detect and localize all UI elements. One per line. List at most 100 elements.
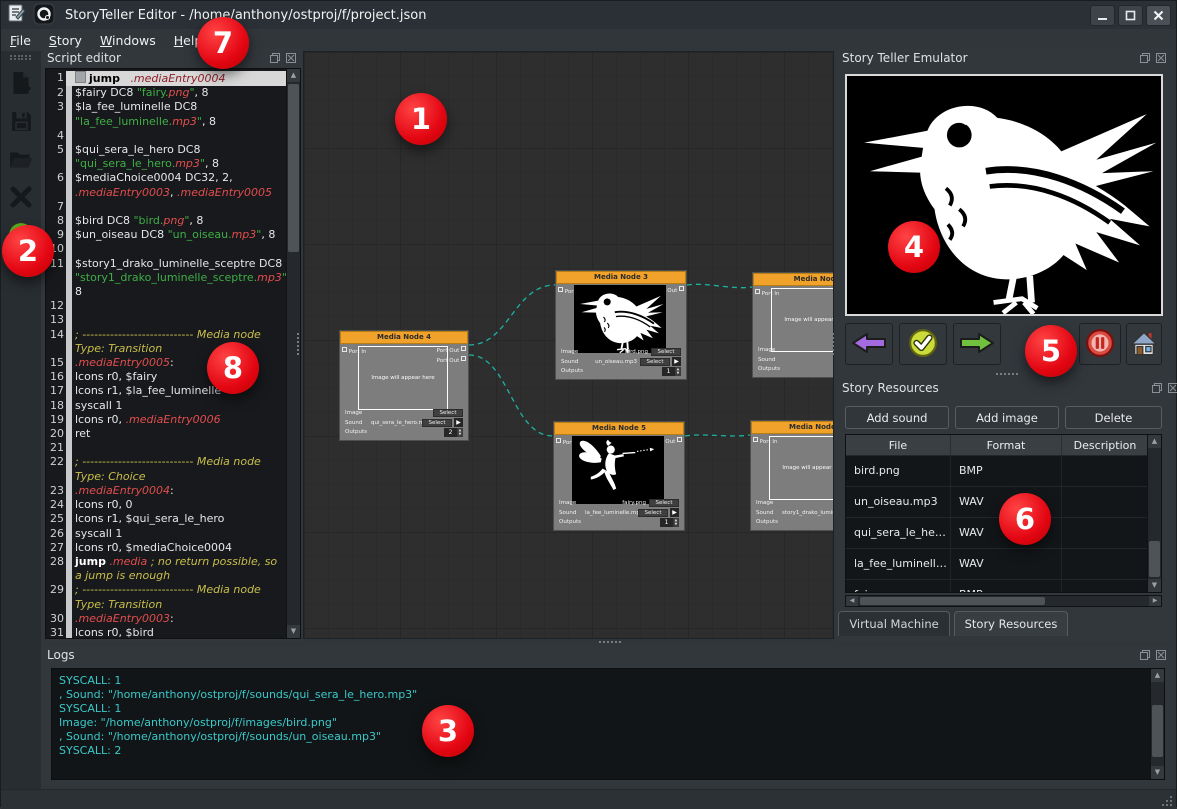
- code-line-10[interactable]: 10: [46, 242, 287, 256]
- save-icon[interactable]: [6, 106, 36, 136]
- speaker-icon[interactable]: ▶: [670, 508, 679, 517]
- code-line-29[interactable]: 29; ---------------------------- Media n…: [46, 583, 287, 611]
- outputs-spinner[interactable]: 2▲▼: [444, 428, 463, 437]
- select-sound-button[interactable]: Select: [638, 509, 668, 517]
- ok-button[interactable]: [899, 323, 947, 365]
- select-image-button[interactable]: Select: [649, 499, 679, 507]
- scroll-down-icon[interactable]: ▼: [1151, 766, 1164, 779]
- menu-file[interactable]: File: [1, 31, 40, 50]
- menu-windows[interactable]: Windows: [91, 31, 165, 50]
- speaker-icon[interactable]: ▶: [454, 418, 463, 427]
- splitter-handle[interactable]: [297, 333, 299, 355]
- code-line-21[interactable]: 21: [46, 441, 287, 455]
- media-node[interactable]: Media Node 3 Port InPort Out Imagebird.p…: [555, 270, 687, 380]
- scrollbar-thumb[interactable]: [288, 84, 299, 252]
- close-project-icon[interactable]: [6, 182, 36, 212]
- code-line-12[interactable]: 12: [46, 299, 287, 313]
- node-title[interactable]: Media Node 5: [554, 422, 684, 435]
- code-line-20[interactable]: 20ret: [46, 427, 287, 441]
- next-button[interactable]: [953, 323, 1001, 365]
- table-horizontal-scrollbar[interactable]: ◀ ▶: [845, 595, 1162, 607]
- code-line-30[interactable]: 30.mediaEntry0003:: [46, 612, 287, 626]
- column-header-format[interactable]: Format: [951, 435, 1062, 455]
- code-line-6[interactable]: 6$mediaChoice0004 DC32, 2, .mediaEntry00…: [46, 171, 287, 199]
- open-folder-icon[interactable]: [6, 144, 36, 174]
- previous-button[interactable]: [845, 323, 893, 365]
- code-line-26[interactable]: 26syscall 1: [46, 527, 287, 541]
- select-image-button[interactable]: Select: [651, 348, 681, 356]
- code-line-11[interactable]: 11$story1_drako_luminelle_sceptre DC8 "s…: [46, 257, 287, 300]
- column-header-description[interactable]: Description: [1062, 435, 1149, 455]
- code-line-25[interactable]: 25lcons r1, $qui_sera_le_hero: [46, 512, 287, 526]
- code-line-9[interactable]: 9$un_oiseau DC8 "un_oiseau.mp3", 8: [46, 228, 287, 242]
- code-line-1[interactable]: 1jump .mediaEntry0004: [46, 71, 287, 86]
- scroll-up-icon[interactable]: ▲: [287, 69, 300, 82]
- code-line-23[interactable]: 23.mediaEntry0004:: [46, 484, 287, 498]
- code-line-18[interactable]: 18syscall 1: [46, 399, 287, 413]
- node-graph-canvas[interactable]: Media Node 4 Port InPort Out Port Out Im…: [303, 51, 834, 639]
- node-title[interactable]: Media Node 4: [340, 331, 468, 344]
- logs-output[interactable]: SYSCALL: 1, Sound: "/home/anthony/ostpro…: [51, 668, 1165, 780]
- home-button[interactable]: [1126, 323, 1162, 365]
- node-title[interactable]: Media Node: [753, 273, 834, 286]
- table-row[interactable]: la_fee_luminelle.mp3WAV: [846, 549, 1161, 580]
- media-node[interactable]: Media Node 5 Port InPort Out Imagefairy.…: [553, 421, 685, 531]
- code-line-4[interactable]: 4: [46, 129, 287, 143]
- float-panel-icon[interactable]: [269, 52, 281, 64]
- select-image-button[interactable]: Select: [433, 409, 463, 417]
- scroll-right-icon[interactable]: ▶: [1149, 596, 1161, 606]
- scroll-down-icon[interactable]: ▼: [1148, 579, 1161, 592]
- code-line-5[interactable]: 5$qui_sera_le_hero DC8 "qui_sera_le_hero…: [46, 143, 287, 171]
- scroll-left-icon[interactable]: ◀: [846, 596, 858, 606]
- code-line-28[interactable]: 28jump .media ; no return possible, so a…: [46, 555, 287, 583]
- resize-grip-icon[interactable]: [1159, 793, 1172, 806]
- scroll-down-icon[interactable]: ▼: [287, 625, 300, 638]
- close-button[interactable]: [1146, 5, 1171, 26]
- close-panel-icon[interactable]: [285, 52, 297, 64]
- scrollbar-thumb[interactable]: [860, 597, 1045, 605]
- code-line-27[interactable]: 27lcons r0, $mediaChoice0004: [46, 541, 287, 555]
- float-panel-icon[interactable]: [1139, 649, 1151, 661]
- tab-virtual-machine[interactable]: Virtual Machine: [838, 611, 950, 636]
- menu-story[interactable]: Story: [40, 31, 91, 50]
- code-line-24[interactable]: 24lcons r0, 0: [46, 498, 287, 512]
- code-line-7[interactable]: 7: [46, 200, 287, 214]
- select-sound-button[interactable]: Select: [640, 358, 670, 366]
- scrollbar-thumb[interactable]: [1149, 541, 1160, 577]
- minimize-button[interactable]: [1090, 5, 1115, 26]
- media-node[interactable]: Media Node 4 Port InPort Out Port Out Im…: [339, 330, 469, 441]
- code-line-8[interactable]: 8$bird DC8 "bird.png", 8: [46, 214, 287, 228]
- code-line-31[interactable]: 31lcons r0, $bird: [46, 626, 287, 639]
- table-row[interactable]: bird.pngBMP: [846, 456, 1161, 487]
- splitter-handle[interactable]: [599, 641, 621, 643]
- speaker-icon[interactable]: ▶: [672, 357, 681, 366]
- scrollbar-thumb[interactable]: [1152, 705, 1163, 757]
- code-line-3[interactable]: 3$la_fee_luminelle DC8 "la_fee_luminelle…: [46, 100, 287, 128]
- title-bar[interactable]: StoryTeller Editor - /home/anthony/ostpr…: [1, 1, 1176, 30]
- scroll-up-icon[interactable]: ▲: [1151, 669, 1164, 682]
- code-line-13[interactable]: 13: [46, 313, 287, 327]
- media-node[interactable]: Media Node Port InPort Out Image will ap…: [752, 272, 834, 378]
- toolbar-drag-handle[interactable]: [10, 55, 32, 60]
- media-node[interactable]: Media Node 6 Port InPort Out Image will …: [750, 420, 834, 531]
- scroll-up-icon[interactable]: ▲: [1148, 435, 1161, 448]
- close-panel-icon[interactable]: [1155, 52, 1167, 64]
- close-panel-icon[interactable]: [1155, 649, 1167, 661]
- outputs-spinner[interactable]: 1▲▼: [662, 367, 681, 376]
- code-line-2[interactable]: 2$fairy DC8 "fairy.png", 8: [46, 86, 287, 100]
- maximize-button[interactable]: [1118, 5, 1143, 26]
- float-panel-icon[interactable]: [1139, 52, 1151, 64]
- add-image-button[interactable]: Add image: [955, 406, 1059, 429]
- node-title[interactable]: Media Node 6: [751, 421, 834, 434]
- table-row[interactable]: fairy.pngBMP: [846, 580, 1161, 593]
- logs-scrollbar[interactable]: ▲ ▼: [1150, 669, 1164, 779]
- table-vertical-scrollbar[interactable]: ▲ ▼: [1147, 435, 1161, 592]
- select-sound-button[interactable]: Select: [422, 419, 452, 427]
- outputs-spinner[interactable]: 1▲▼: [660, 518, 679, 527]
- column-header-file[interactable]: File: [846, 435, 951, 455]
- new-file-icon[interactable]: [6, 68, 36, 98]
- node-title[interactable]: Media Node 3: [556, 271, 686, 284]
- tab-story-resources[interactable]: Story Resources: [954, 611, 1068, 636]
- add-sound-button[interactable]: Add sound: [845, 406, 949, 429]
- code-line-22[interactable]: 22; ---------------------------- Media n…: [46, 455, 287, 483]
